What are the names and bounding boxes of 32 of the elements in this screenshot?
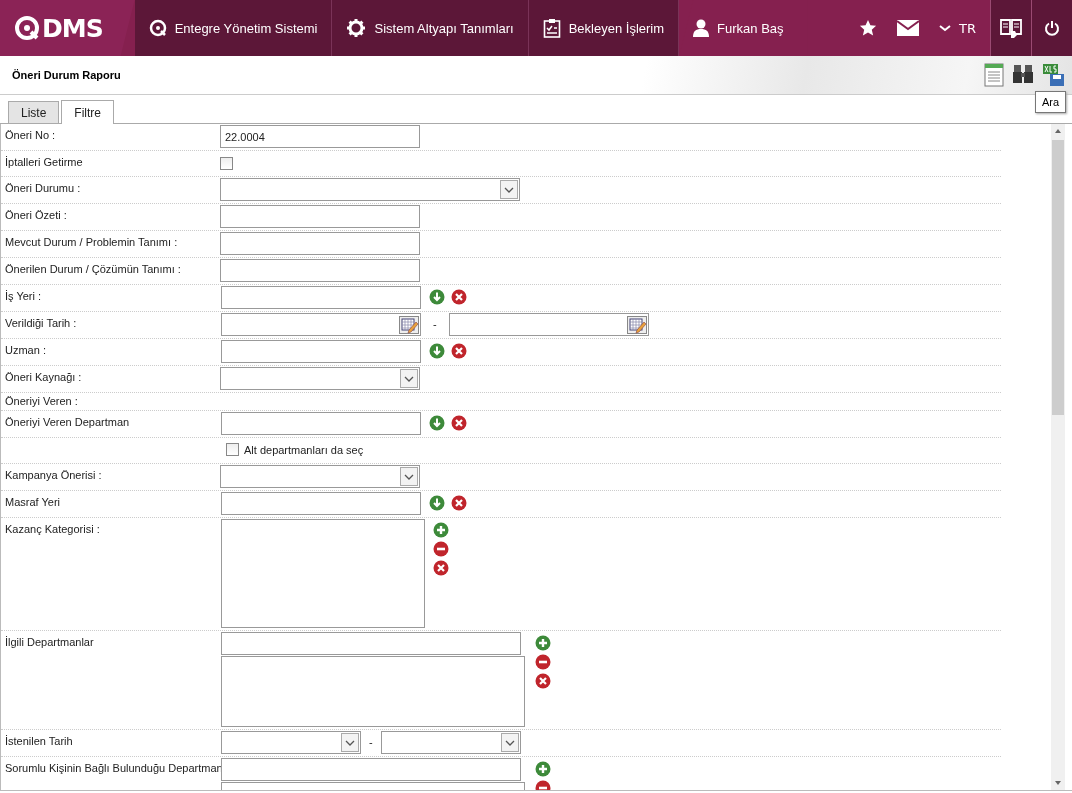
tab[interactable]: Liste bbox=[8, 101, 60, 123]
field-label: Kazanç Kategorisi : bbox=[4, 522, 101, 537]
field-label: İlgili Departmanlar bbox=[4, 635, 95, 650]
field-label: Masraf Yeri bbox=[4, 495, 62, 510]
field-label: Sorumlu Kişinin Bağlı Bulunduğu Departman bbox=[4, 761, 220, 776]
field-label: Mevcut Durum / Problemin Tanımı : bbox=[4, 235, 179, 250]
tab[interactable]: Filtre bbox=[61, 100, 115, 124]
field-label: İstenilen Tarih bbox=[4, 734, 74, 749]
nav-item[interactable]: Entegre Yönetim Sistemi bbox=[134, 0, 333, 56]
field-label: Verildiği Tarih : bbox=[4, 316, 78, 331]
field-label: İptalleri Getirme bbox=[4, 155, 84, 170]
field-label: Öneri Kaynağı : bbox=[4, 370, 83, 385]
tooltip: Ara bbox=[1034, 91, 1066, 113]
range-separator: - bbox=[433, 317, 437, 330]
field-label: İş Yeri : bbox=[4, 289, 43, 304]
field-label: Öneri Özeti : bbox=[4, 208, 68, 223]
field-label: Öneri No : bbox=[4, 128, 57, 143]
field-label: Önerilen Durum / Çözümün Tanımı : bbox=[4, 262, 182, 277]
nav-item[interactable]: Bekleyen İşlerim bbox=[528, 0, 680, 56]
logo[interactable]: DMS bbox=[0, 0, 135, 56]
field-label: Kampanya Önerisi : bbox=[4, 468, 103, 483]
checkbox-label: Alt departmanları da seç bbox=[244, 443, 364, 456]
page-title: Öneri Durum Raporu bbox=[12, 69, 122, 81]
range-separator: - bbox=[369, 735, 373, 748]
field-label: Öneriyi Veren Departman bbox=[4, 415, 131, 430]
logo-text: DMS bbox=[42, 13, 103, 43]
language-selector[interactable]: TR bbox=[939, 20, 976, 36]
field-label: Uzman : bbox=[4, 343, 47, 358]
nav-item[interactable]: Sistem Altyapı Tanımları bbox=[332, 0, 529, 56]
field-label: Öneriyi Veren : bbox=[4, 394, 79, 408]
field-label: Öneri Durumu : bbox=[4, 181, 82, 196]
input-field[interactable]: 22.0004 bbox=[220, 125, 420, 148]
